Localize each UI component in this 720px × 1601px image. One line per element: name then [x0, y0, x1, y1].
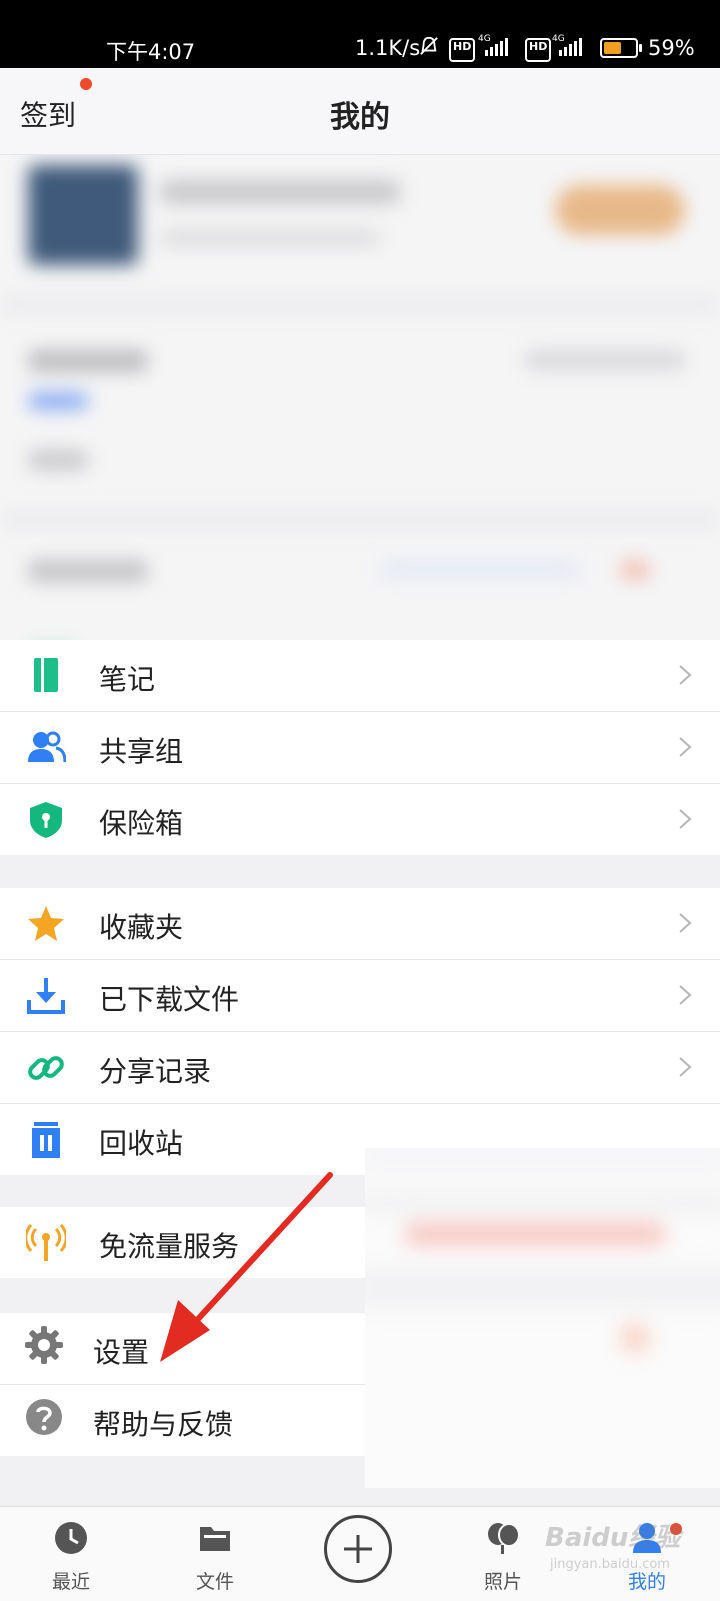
page-header: 签到 我的	[0, 68, 720, 155]
trash-icon	[32, 1122, 60, 1158]
tab-files[interactable]: 文件	[160, 1507, 270, 1601]
menu-item-label: 保险箱	[99, 807, 184, 840]
signal-icon	[559, 38, 582, 56]
menu-item-label: 回收站	[99, 1127, 184, 1160]
note-icon	[34, 658, 58, 692]
menu-item-label: 帮助与反馈	[93, 1408, 234, 1441]
folder-icon	[200, 1527, 230, 1551]
menu-item-label: 收藏夹	[99, 911, 184, 944]
menu-item-label: 分享记录	[99, 1055, 212, 1088]
menu-item-label: 共享组	[99, 735, 184, 768]
hd-badge: HD	[525, 38, 552, 62]
link-icon	[28, 1056, 64, 1080]
menu-item-label: 设置	[93, 1336, 150, 1369]
menu-item-shared-group[interactable]: 共享组	[0, 712, 720, 784]
watermark: Baidu经验	[545, 1523, 681, 1553]
chevron-right-icon	[679, 1057, 692, 1077]
chevron-right-icon	[679, 737, 692, 757]
chevron-right-icon	[679, 985, 692, 1005]
bell-muted-icon	[420, 36, 438, 55]
users-icon	[28, 731, 66, 763]
tab-label: 照片	[483, 1571, 522, 1593]
menu-group-tools: 笔记 共享组 保险箱	[0, 640, 720, 855]
tab-label: 最近	[51, 1571, 90, 1593]
net-rate: 1.1K/s	[355, 36, 421, 60]
chevron-right-icon	[679, 913, 692, 933]
menu-item-safe-box[interactable]: 保险箱	[0, 784, 720, 855]
tab-label: 文件	[195, 1571, 234, 1593]
photos-icon	[488, 1523, 520, 1554]
chevron-right-icon	[679, 809, 692, 829]
add-button[interactable]	[324, 1515, 392, 1583]
shield-lock-icon	[30, 802, 62, 838]
menu-item-downloaded-files[interactable]: 已下载文件	[0, 960, 720, 1032]
watermark-url: jingyan.baidu.com	[550, 1557, 670, 1572]
menu-item-label: 笔记	[99, 663, 156, 696]
menu-item-share-history[interactable]: 分享记录	[0, 1032, 720, 1104]
tab-recent[interactable]: 最近	[16, 1507, 126, 1601]
hd-badge: HD	[449, 38, 476, 62]
status-time: 下午4:07	[106, 40, 196, 64]
blurred-promo-area	[365, 1148, 720, 1488]
star-icon	[28, 906, 64, 941]
gear-icon	[25, 1326, 63, 1364]
menu-item-favorites[interactable]: 收藏夹	[0, 888, 720, 960]
page-title: 我的	[330, 100, 390, 135]
download-icon	[27, 978, 65, 1014]
clock-icon	[55, 1522, 87, 1554]
signal-icon	[485, 38, 508, 56]
tab-photos[interactable]: 照片	[448, 1507, 558, 1601]
antenna-icon	[26, 1224, 66, 1261]
menu-item-notes[interactable]: 笔记	[0, 640, 720, 712]
notification-dot	[80, 78, 92, 90]
menu-item-label: 免流量服务	[99, 1230, 240, 1263]
bottom-navigation: 最近 文件 照片 我的 Baidu经验 jingyan.baidu.com	[0, 1506, 720, 1601]
blurred-account-section	[0, 155, 720, 665]
battery-percent: 59%	[648, 36, 695, 60]
menu-group-files: 收藏夹 已下载文件 分享记录 回收站	[0, 888, 720, 1175]
status-bar: 下午4:07 1.1K/s HD 4G HD 4G 59%	[0, 0, 720, 68]
help-icon	[26, 1399, 62, 1435]
chevron-right-icon	[679, 665, 692, 685]
menu-item-label: 已下载文件	[99, 983, 240, 1016]
battery-icon	[600, 38, 642, 58]
